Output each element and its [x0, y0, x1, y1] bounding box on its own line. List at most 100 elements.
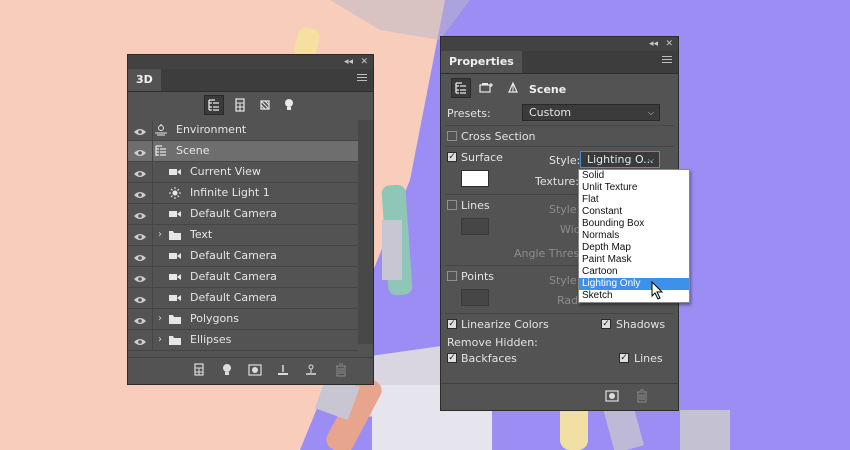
- cross-section-label: Cross Section: [461, 130, 536, 143]
- collapse-icon[interactable]: ◂◂: [344, 55, 353, 69]
- render-icon[interactable]: [248, 363, 262, 377]
- folder-icon: [168, 229, 182, 241]
- divider: [152, 330, 153, 350]
- eye-icon[interactable]: [134, 126, 146, 135]
- trash-icon[interactable]: [334, 363, 348, 377]
- linearize-colors-checkbox[interactable]: ✓: [447, 319, 457, 329]
- properties-header-label: Scene: [529, 83, 567, 96]
- layer-row[interactable]: Default Camera: [128, 288, 358, 309]
- drop-to-plane-icon[interactable]: [304, 363, 318, 377]
- surface-style-select[interactable]: Lighting O... ⌵: [580, 151, 660, 168]
- light-filter-icon[interactable]: [279, 95, 299, 115]
- layer-name: Ellipses: [190, 333, 232, 346]
- eye-icon[interactable]: [134, 252, 146, 261]
- dropdown-option[interactable]: Normals: [579, 230, 689, 242]
- scene-icon: [154, 145, 168, 157]
- divider: [152, 225, 153, 245]
- dropdown-option[interactable]: Flat: [579, 194, 689, 206]
- surface-color-swatch[interactable]: [461, 170, 489, 187]
- lines-checkbox[interactable]: [447, 200, 457, 210]
- divider: [152, 246, 153, 266]
- eye-icon[interactable]: [134, 315, 146, 324]
- points-color-swatch[interactable]: [461, 289, 489, 306]
- scene-filter-icon[interactable]: [204, 95, 224, 115]
- dropdown-option[interactable]: Unlit Texture: [579, 182, 689, 194]
- camera-icon: [168, 250, 182, 262]
- camera-icon: [168, 208, 182, 220]
- render-icon[interactable]: [605, 389, 619, 403]
- collapse-icon[interactable]: ◂◂: [649, 37, 658, 51]
- camera-icon: [168, 292, 182, 304]
- dropdown-option[interactable]: Sketch: [579, 290, 689, 302]
- expand-arrow-icon[interactable]: ›: [158, 313, 162, 324]
- remove-hidden-label: Remove Hidden:: [447, 336, 538, 349]
- layer-row[interactable]: Scene: [128, 141, 358, 162]
- layer-row[interactable]: › Polygons: [128, 309, 358, 330]
- backfaces-checkbox[interactable]: ✓: [447, 353, 457, 363]
- eye-icon[interactable]: [134, 336, 146, 345]
- ground-plane-icon[interactable]: [276, 363, 290, 377]
- layer-row[interactable]: Default Camera: [128, 246, 358, 267]
- layer-list-scrollbar[interactable]: [358, 120, 373, 344]
- panel-properties-titlebar[interactable]: ◂◂ ✕: [441, 37, 678, 51]
- layer-row[interactable]: › Text: [128, 225, 358, 246]
- tab-properties[interactable]: Properties: [441, 51, 522, 73]
- layer-row[interactable]: Environment: [128, 120, 358, 141]
- shadows-checkbox[interactable]: ✓: [601, 319, 611, 329]
- lines-color-swatch[interactable]: [461, 218, 489, 235]
- layer-name: Infinite Light 1: [190, 186, 270, 199]
- coordinates-icon[interactable]: [503, 78, 523, 98]
- lines-style-label: Style:: [549, 203, 581, 216]
- eye-icon[interactable]: [134, 168, 146, 177]
- eye-icon[interactable]: [134, 189, 146, 198]
- layer-row[interactable]: Default Camera: [128, 204, 358, 225]
- eye-icon[interactable]: [134, 273, 146, 282]
- close-icon[interactable]: ✕: [665, 37, 673, 51]
- remove-hidden-lines-checkbox[interactable]: ✓: [619, 353, 629, 363]
- dropdown-option[interactable]: Paint Mask: [579, 254, 689, 266]
- panel-3d: ◂◂ ✕ 3D Environment Scene Current View Infi…: [127, 54, 374, 385]
- layer-list: Environment Scene Current View Infinite Lig…: [128, 120, 358, 351]
- render-settings-icon[interactable]: [477, 78, 497, 98]
- scene-properties-icon[interactable]: [451, 78, 471, 98]
- surface-style-dropdown-list: Solid Unlit Texture Flat Constant Bounding B…: [578, 169, 690, 303]
- dropdown-option[interactable]: Lighting Only: [579, 278, 689, 290]
- tab-3d[interactable]: 3D: [128, 69, 161, 91]
- layer-row[interactable]: Infinite Light 1: [128, 183, 358, 204]
- eye-icon[interactable]: [134, 147, 146, 156]
- layer-name: Default Camera: [190, 270, 277, 283]
- divider: [152, 309, 153, 329]
- divider: [152, 267, 153, 287]
- camera-icon: [168, 166, 182, 178]
- layer-row[interactable]: Current View: [128, 162, 358, 183]
- mesh-filter-icon[interactable]: [230, 95, 250, 115]
- dropdown-option[interactable]: Bounding Box: [579, 218, 689, 230]
- presets-value: Custom: [529, 106, 572, 119]
- backfaces-label: Backfaces: [461, 352, 517, 365]
- surface-checkbox[interactable]: ✓: [447, 152, 457, 162]
- cross-section-checkbox[interactable]: [447, 131, 457, 141]
- new-light-icon[interactable]: [220, 363, 234, 377]
- eye-icon[interactable]: [134, 210, 146, 219]
- eye-icon[interactable]: [134, 294, 146, 303]
- dropdown-option[interactable]: Depth Map: [579, 242, 689, 254]
- surface-style-label: Style:: [549, 154, 581, 167]
- trash-icon[interactable]: [635, 389, 649, 403]
- layer-row[interactable]: › Ellipses: [128, 330, 358, 351]
- eye-icon[interactable]: [134, 231, 146, 240]
- panel-menu-icon[interactable]: [357, 74, 367, 84]
- dropdown-option[interactable]: Cartoon: [579, 266, 689, 278]
- expand-arrow-icon[interactable]: ›: [158, 229, 162, 240]
- dropdown-option[interactable]: Constant: [579, 206, 689, 218]
- layer-name: Scene: [176, 144, 210, 157]
- panel-menu-icon[interactable]: [662, 56, 672, 66]
- material-filter-icon[interactable]: [255, 95, 275, 115]
- presets-select[interactable]: Custom ⌵: [522, 104, 660, 121]
- layer-row[interactable]: Default Camera: [128, 267, 358, 288]
- close-icon[interactable]: ✕: [360, 55, 368, 69]
- points-checkbox[interactable]: [447, 271, 457, 281]
- expand-arrow-icon[interactable]: ›: [158, 334, 162, 345]
- dropdown-option[interactable]: Solid: [579, 170, 689, 182]
- new-mesh-icon[interactable]: [192, 363, 206, 377]
- panel-3d-titlebar[interactable]: ◂◂ ✕: [128, 55, 373, 69]
